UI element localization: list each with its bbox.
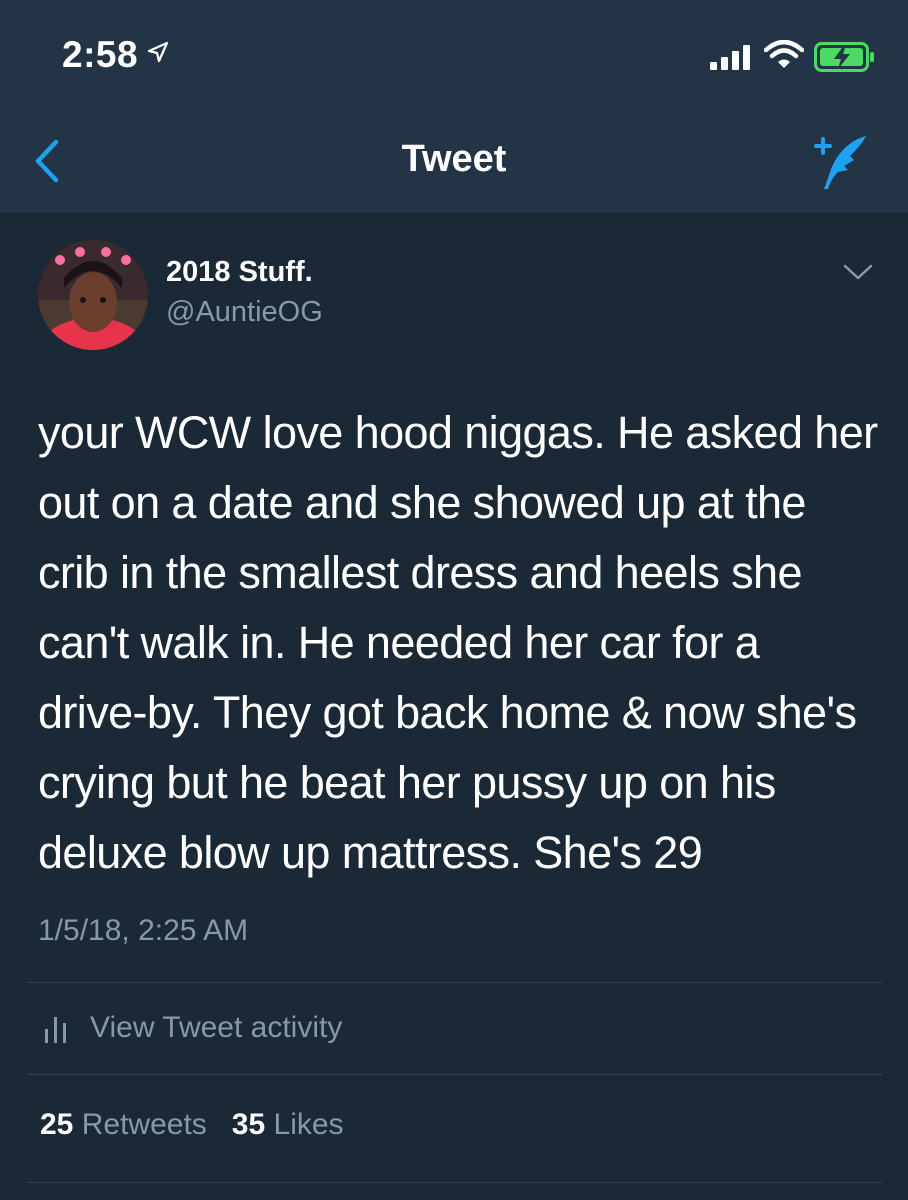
chevron-down-icon[interactable]: [842, 262, 874, 282]
top-bar: 2:58 Tweet: [0, 0, 908, 213]
tweet-stats: 25 Retweets 35 Likes: [40, 1108, 344, 1142]
likes-stat[interactable]: 35 Likes: [232, 1108, 344, 1141]
cellular-signal-icon: [710, 45, 750, 70]
battery-charging-icon: [814, 42, 874, 72]
retweets-stat[interactable]: 25 Retweets: [40, 1108, 207, 1141]
avatar[interactable]: [38, 240, 148, 350]
divider: [28, 982, 882, 983]
page-title: Tweet: [401, 138, 507, 180]
compose-tweet-icon[interactable]: [808, 132, 872, 192]
display-name[interactable]: 2018 Stuff.: [166, 256, 313, 289]
view-tweet-activity-label: View Tweet activity: [90, 1011, 343, 1044]
tweet-timestamp: 1/5/18, 2:25 AM: [38, 914, 249, 947]
divider: [28, 1074, 882, 1075]
view-tweet-activity-button[interactable]: View Tweet activity: [44, 1006, 342, 1050]
user-handle[interactable]: @AuntieOG: [166, 296, 323, 329]
likes-count: 35: [231, 1108, 266, 1141]
retweets-count: 25: [40, 1108, 74, 1141]
likes-label: Likes: [273, 1108, 344, 1141]
bar-chart-icon: [45, 1017, 66, 1043]
divider: [28, 1182, 882, 1183]
status-time: 2:58: [62, 34, 139, 75]
retweets-label: Retweets: [81, 1108, 207, 1141]
wifi-icon: [764, 40, 804, 68]
location-arrow-icon: [147, 41, 169, 63]
tweet-text: your WCW love hood niggas. He asked her …: [38, 407, 878, 878]
